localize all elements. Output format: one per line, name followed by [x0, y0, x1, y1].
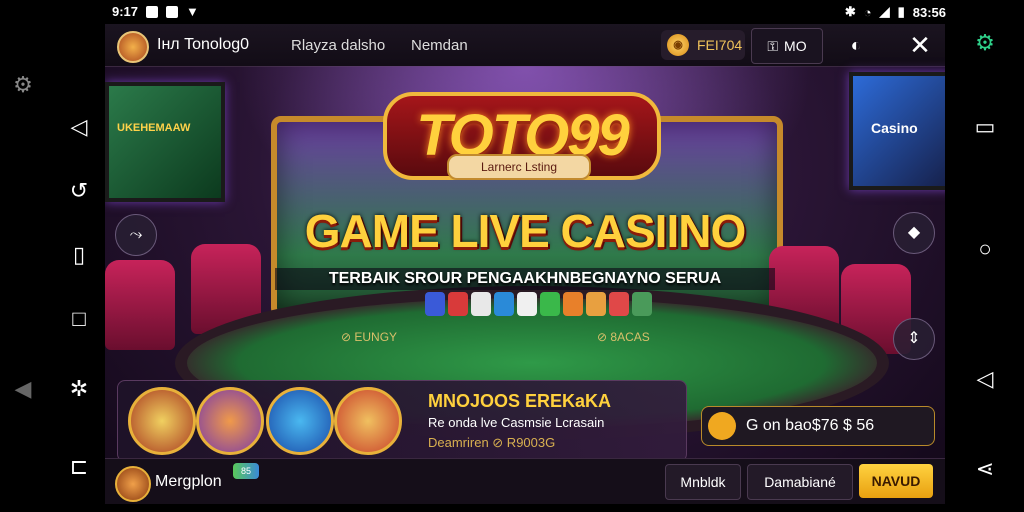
- chip-green: [540, 292, 560, 316]
- bluetooth-icon: ✱: [844, 4, 856, 19]
- mobile-button[interactable]: Mnbldk: [665, 464, 741, 500]
- chip-green-2: [632, 292, 652, 316]
- gear-small-icon[interactable]: ✲: [64, 374, 94, 404]
- wifi-icon: ▼: [186, 4, 199, 19]
- user-name[interactable]: Mergplon: [155, 473, 222, 491]
- expand-button[interactable]: ⇕: [893, 318, 935, 360]
- chip-amber: [586, 292, 606, 316]
- close-button[interactable]: ✕: [905, 30, 935, 60]
- chip-red-2: [609, 292, 629, 316]
- bell-icon: ◐: [850, 34, 862, 55]
- hero-headline: GAME LIVE CASIINO: [304, 205, 746, 257]
- wifi-signal-icon: ◔: [863, 4, 872, 20]
- chair-left-1: [105, 260, 175, 350]
- chip-blue: [425, 292, 445, 316]
- notification-button[interactable]: ◐: [843, 32, 869, 58]
- right-screen-text: Casino: [871, 120, 918, 136]
- casino-app-window: Iнл Tonolog0 Rlayza dalsho Nemdan ◉ FEI7…: [105, 24, 945, 504]
- top-bar: Iнл Tonolog0 Rlayza dalsho Nemdan ◉ FEI7…: [105, 24, 945, 67]
- chip-orange: [563, 292, 583, 316]
- left-screen-text: UKEHEMAAW: [117, 122, 191, 134]
- promo-detail: Deamriren ⊘ R9003G: [428, 435, 556, 450]
- bonus-button[interactable]: G on bao$76 $ 56: [701, 406, 935, 446]
- app-logo[interactable]: [117, 31, 149, 63]
- battery-saver-icon: [166, 5, 179, 18]
- game-tile-bull[interactable]: [334, 387, 402, 455]
- nav-link-1[interactable]: Rlayza dalsho: [291, 37, 385, 54]
- user-level-badge: 85: [233, 463, 259, 479]
- home-icon[interactable]: ○: [970, 234, 1000, 264]
- notification-icon: [146, 5, 159, 18]
- right-screen: Casino: [849, 72, 945, 190]
- status-time: 9:17: [112, 4, 139, 19]
- promo-title: MNOJOOS EREKaKA: [428, 391, 612, 411]
- back-nav-icon[interactable]: ◁: [970, 364, 1000, 394]
- expand-icon: ⇕: [907, 330, 921, 347]
- settings-icon[interactable]: ⚙: [8, 70, 38, 100]
- bottom-bar: Mergplon 85 Mnbldk Damabiané NAVUD: [105, 458, 945, 504]
- volume-icon[interactable]: ◀: [8, 374, 38, 404]
- chip-stacks: [425, 292, 652, 316]
- arrow-right-icon: ◆: [907, 224, 921, 241]
- square-icon[interactable]: □: [64, 304, 94, 334]
- table-label-left: ⊘ EUNGY: [341, 330, 398, 344]
- rotate-icon[interactable]: ↺: [64, 176, 94, 206]
- share-icon[interactable]: ⋖: [970, 454, 1000, 484]
- left-screen: UKEHEMAAW: [105, 82, 225, 202]
- game-tile-cards[interactable]: [128, 387, 196, 455]
- gamepad-settings-icon[interactable]: ⚙: [970, 28, 1000, 58]
- screenshot-icon[interactable]: ⊏: [64, 452, 94, 482]
- left-side-rail: ⚙ ◁ ↺ ▯ □ ◀ ✲ ⊏: [0, 24, 105, 512]
- chip-red: [448, 292, 468, 316]
- recents-icon[interactable]: ▭: [970, 112, 1000, 142]
- brand-title: Iнл Tonolog0: [157, 36, 250, 53]
- status-clock: 83:56: [912, 4, 946, 20]
- chip-cyan: [494, 292, 514, 316]
- close-icon: ✕: [909, 30, 931, 60]
- lock-icon: ⚿: [767, 37, 779, 54]
- mo-label: MO: [784, 38, 807, 54]
- next-slide-button[interactable]: ◆: [893, 212, 935, 254]
- game-tile-lion[interactable]: [196, 387, 264, 455]
- bonus-text: G on bao$76 $ 56: [746, 417, 875, 434]
- play-now-button[interactable]: NAVUD: [859, 464, 933, 498]
- chip-white-2: [517, 292, 537, 316]
- logo-subtitle: Larnerc Lsting: [447, 154, 591, 180]
- mo-button[interactable]: ⚿ MO: [751, 28, 823, 64]
- promo-description: Re onda lve Casmsie Lcrasain: [428, 415, 605, 430]
- coin-balance[interactable]: ◉ FEI704: [661, 30, 745, 60]
- cell-signal-icon: ◢: [879, 4, 890, 19]
- back-icon[interactable]: ◁: [64, 112, 94, 142]
- arrow-left-icon: ⤳: [129, 226, 143, 243]
- promo-panel: MNOJOOS EREKaKA Re onda lve Casmsie Lcra…: [117, 380, 687, 462]
- prev-slide-button[interactable]: ⤳: [115, 214, 157, 256]
- coin-icon: ◉: [667, 34, 689, 56]
- table-label-right: ⊘ 8ACAS: [597, 330, 650, 344]
- game-tile-slots[interactable]: [266, 387, 334, 455]
- copy-icon[interactable]: ▯: [64, 240, 94, 270]
- chip-white: [471, 292, 491, 316]
- coin-amount: FEI704: [697, 37, 743, 53]
- dama-button[interactable]: Damabiané: [747, 464, 853, 500]
- right-side-rail: ⚙ ▭ ○ ◁ ⋖: [944, 24, 1024, 512]
- status-bar: 9:17 ▼ ✱ ◔ ◢ ▮ 83:56: [0, 0, 1024, 24]
- user-avatar[interactable]: [115, 466, 151, 502]
- nav-link-2[interactable]: Nemdan: [411, 37, 468, 54]
- gift-icon: [708, 412, 736, 440]
- hero-tagline: TERBAIK SROUR PENGAAKHNBEGNAYNO SERUA: [275, 268, 775, 290]
- battery-icon: ▮: [897, 4, 905, 19]
